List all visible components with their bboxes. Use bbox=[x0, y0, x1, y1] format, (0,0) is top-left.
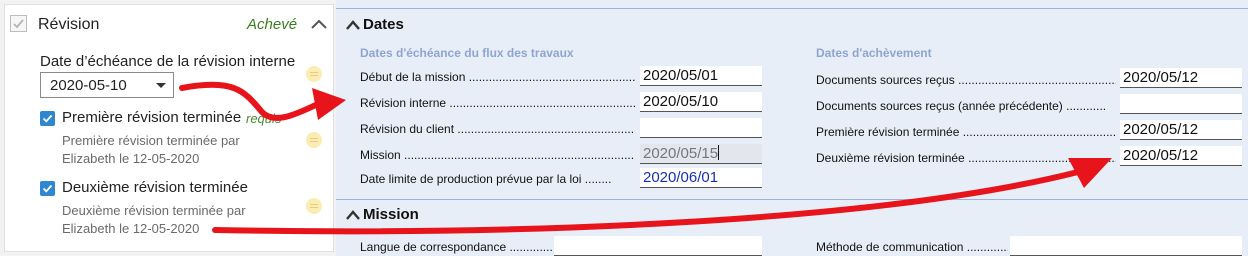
second-review-checkbox[interactable] bbox=[40, 181, 55, 196]
source-docs-received-field[interactable]: 2020/05/12 bbox=[1120, 68, 1242, 88]
row-label-internal-review: Révision interne .......................… bbox=[360, 96, 635, 110]
checkmark-icon bbox=[42, 114, 53, 123]
revision-complete-checkbox[interactable] bbox=[10, 15, 27, 32]
row-label-second-review: Deuxième révision terminée .............… bbox=[816, 151, 1116, 165]
second-review-signoff-detail: Elizabeth le 12-05-2020 bbox=[62, 221, 200, 236]
row-label-source-docs-prior: Documents sources reçus (année précédent… bbox=[816, 99, 1107, 113]
mission-date-field[interactable]: 2020/05/15 bbox=[640, 144, 762, 164]
second-review-label: Deuxième révision terminée bbox=[62, 179, 248, 196]
due-date-value: 2020-05-10 bbox=[50, 77, 127, 94]
client-review-field[interactable] bbox=[640, 118, 762, 138]
chevron-up-icon[interactable] bbox=[310, 18, 328, 30]
checkmark-icon bbox=[13, 19, 24, 29]
first-review-signoff: Première révision terminée par bbox=[62, 133, 240, 148]
legal-deadline-field[interactable]: 2020/06/01 bbox=[640, 168, 762, 188]
row-label-legal-deadline: Date limite de production prévue par la … bbox=[360, 172, 612, 186]
checkmark-icon bbox=[42, 184, 53, 193]
internal-review-field[interactable]: 2020/05/10 bbox=[640, 92, 762, 112]
mission-section-title: Mission bbox=[363, 206, 419, 223]
mission-section-header[interactable]: Mission bbox=[346, 206, 419, 223]
collapse-caret-icon bbox=[346, 210, 360, 220]
row-label-mission: Mission ................................… bbox=[360, 148, 635, 162]
note-icon[interactable] bbox=[306, 132, 322, 148]
due-date-label: Date d’échéance de la révision interne bbox=[40, 53, 296, 70]
required-tag: requis bbox=[246, 111, 282, 126]
second-review-signoff: Deuxième révision terminée par bbox=[62, 203, 246, 218]
first-review-label: Première révision terminée bbox=[62, 109, 242, 126]
correspondence-language-field[interactable] bbox=[554, 236, 762, 256]
note-icon[interactable] bbox=[306, 66, 322, 82]
row-label-correspondence-language: Langue de correspondance ............... bbox=[360, 240, 552, 254]
dates-section-title: Dates bbox=[363, 16, 404, 33]
first-review-checkbox[interactable] bbox=[40, 111, 55, 126]
row-label-client-review: Révision du client .....................… bbox=[360, 122, 635, 136]
revision-title: Révision bbox=[38, 16, 100, 33]
revision-status-badge: Achevé bbox=[247, 16, 298, 33]
section-divider bbox=[336, 8, 1248, 9]
workflow-due-dates-title: Dates d'échéance du flux des travaux bbox=[360, 46, 574, 60]
revision-panel: Révision Achevé Date d’échéance de la ré… bbox=[0, 0, 336, 256]
row-label-communication-method: Méthode de communication ............... bbox=[816, 240, 1008, 254]
communication-method-field[interactable] bbox=[1010, 236, 1242, 256]
mission-start-field[interactable]: 2020/05/01 bbox=[640, 66, 762, 86]
collapse-caret-icon bbox=[346, 20, 360, 30]
engagement-dates-form: Dates Dates d'échéance du flux des trava… bbox=[336, 0, 1248, 256]
first-review-signoff-detail: Elizabeth le 12-05-2020 bbox=[62, 151, 200, 166]
note-icon[interactable] bbox=[306, 198, 322, 214]
dropdown-arrow-icon bbox=[156, 83, 166, 88]
row-label-mission-start: Début de la mission ....................… bbox=[360, 70, 635, 84]
row-label-source-docs: Documents sources reçus ................… bbox=[816, 73, 1116, 87]
due-date-select[interactable]: 2020-05-10 bbox=[40, 72, 174, 98]
dates-section-header[interactable]: Dates bbox=[346, 16, 404, 33]
row-label-first-review: Première révision terminée .............… bbox=[816, 125, 1116, 139]
second-review-complete-field[interactable]: 2020/05/12 bbox=[1120, 146, 1242, 166]
completion-dates-title: Dates d'achèvement bbox=[816, 46, 932, 60]
source-docs-prior-year-field[interactable] bbox=[1120, 94, 1242, 114]
first-review-complete-field[interactable]: 2020/05/12 bbox=[1120, 120, 1242, 140]
section-divider bbox=[336, 199, 1248, 200]
